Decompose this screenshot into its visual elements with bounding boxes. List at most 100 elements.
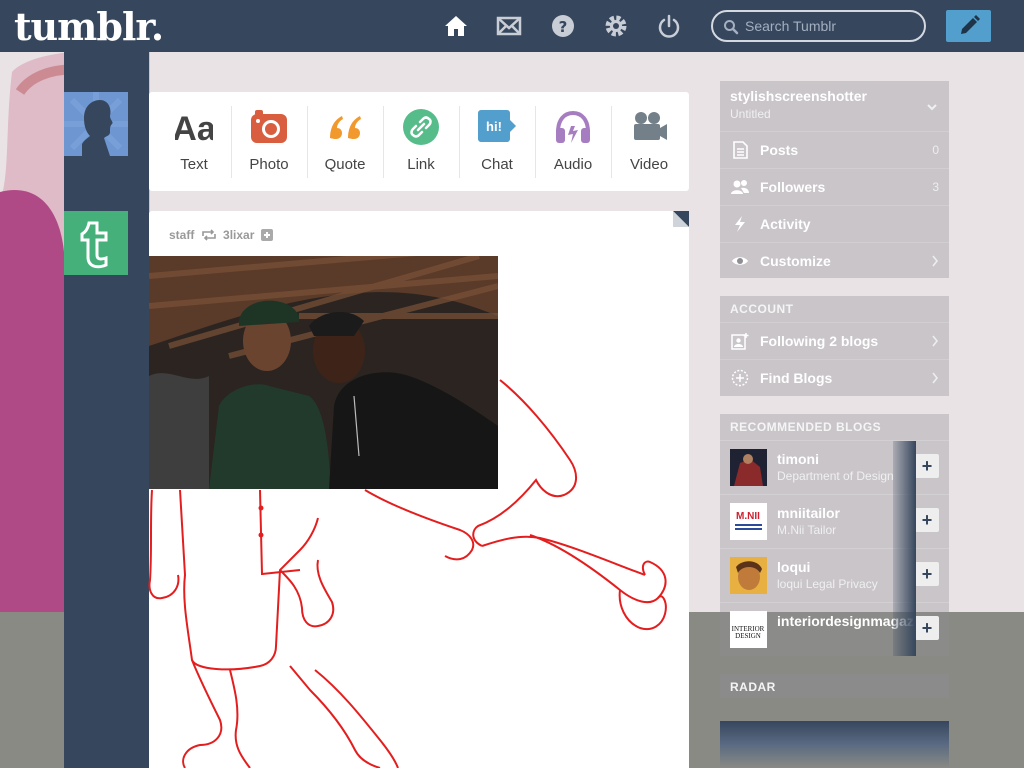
sidebar-item-posts[interactable]: Posts 0 <box>720 131 949 168</box>
follow-plus-icon[interactable] <box>260 228 273 241</box>
blog-avatar <box>730 557 767 594</box>
section-title: RADAR <box>730 680 776 694</box>
blog-title: Untitled <box>730 107 771 121</box>
follow-button[interactable]: + <box>915 508 939 532</box>
quote-icon <box>330 116 361 139</box>
blog-name: mniitailor <box>777 505 841 521</box>
post-type-label: Chat <box>481 156 513 173</box>
post-author-link[interactable]: staff <box>169 228 194 242</box>
search-input[interactable] <box>745 17 915 35</box>
post-type-label: Text <box>180 156 208 173</box>
sidebar-item-label: Activity <box>760 216 811 232</box>
svg-text:DESIGN: DESIGN <box>735 632 761 640</box>
top-navigation-bar: tumblr. ? <box>0 0 1024 52</box>
post-type-quote[interactable]: Quote <box>307 92 383 191</box>
post-sketch-drawing <box>148 379 667 768</box>
dashboard-column <box>64 52 149 768</box>
post-corner-fold <box>673 211 689 227</box>
pencil-icon <box>961 15 980 34</box>
link-icon <box>403 109 439 145</box>
sidebar-item-activity[interactable]: Activity <box>720 205 949 242</box>
sidebar-item-label: Find Blogs <box>760 370 833 386</box>
follow-button[interactable]: + <box>915 562 939 586</box>
power-icon[interactable] <box>656 13 682 39</box>
search-icon <box>724 20 739 35</box>
staff-blog-avatar[interactable] <box>64 211 128 275</box>
sidebar-item-find-blogs[interactable]: Find Blogs <box>720 359 949 396</box>
follow-button[interactable]: + <box>915 454 939 478</box>
reblogged-from-link[interactable]: 3lixar <box>223 228 254 242</box>
sidebar-item-count: 0 <box>932 143 939 157</box>
tumblr-t-logo <box>80 221 108 269</box>
post-type-photo[interactable]: Photo <box>231 92 307 191</box>
svg-text:hi!: hi! <box>486 119 502 134</box>
help-icon[interactable]: ? <box>550 13 576 39</box>
chevron-right-icon <box>932 255 939 267</box>
chevron-right-icon <box>932 372 939 384</box>
blog-name: loqui <box>777 559 811 575</box>
post-type-link[interactable]: Link <box>383 92 459 191</box>
sidebar-item-label: Following 2 blogs <box>760 333 879 349</box>
svg-text:?: ? <box>559 18 568 36</box>
chevron-right-icon <box>932 335 939 347</box>
svg-text:M.NII: M.NII <box>736 511 760 522</box>
sidebar-account-panel: ACCOUNT Following 2 blogs Find Blogs <box>720 296 949 396</box>
sidebar-item-following[interactable]: Following 2 blogs <box>720 322 949 359</box>
post-type-label: Quote <box>324 156 366 173</box>
sidebar-item-followers[interactable]: Followers 3 <box>720 168 949 205</box>
blog-name: stylishscreenshotter <box>730 88 867 104</box>
sidebar-item-label: Followers <box>760 179 826 195</box>
tumblr-logo[interactable]: tumblr. <box>14 4 164 49</box>
default-avatar-silhouette <box>64 92 128 156</box>
follow-button[interactable]: + <box>915 616 939 640</box>
post-type-label: Photo <box>249 156 289 173</box>
compass-icon <box>731 369 749 387</box>
recommended-fade-overlay <box>893 441 916 656</box>
home-icon[interactable] <box>443 13 469 39</box>
blog-avatar <box>730 449 767 486</box>
blog-switcher[interactable]: stylishscreenshotter Untitled <box>720 81 949 131</box>
blog-avatar: INTERIOR DESIGN <box>730 611 767 648</box>
eye-icon <box>732 257 748 265</box>
blog-subtitle: M.Nii Tailor <box>777 523 837 537</box>
add-user-icon <box>731 333 749 350</box>
post-type-chat[interactable]: hi! Chat <box>459 92 535 191</box>
headphones-icon <box>556 110 590 143</box>
post-header: staff 3lixar <box>169 227 273 242</box>
lightning-icon <box>735 216 745 232</box>
sidebar-blog-panel: stylishscreenshotter Untitled Posts 0 Fo… <box>720 81 949 278</box>
search-box[interactable] <box>711 10 926 42</box>
blog-name: timoni <box>777 451 819 467</box>
post-type-label: Video <box>629 156 669 173</box>
document-icon <box>733 141 748 159</box>
post-type-label: Audio <box>553 156 593 173</box>
camera-icon <box>251 110 287 143</box>
blog-subtitle: loqui Legal Privacy <box>777 577 878 591</box>
chat-bubble-icon: hi! <box>478 110 516 142</box>
post-type-text[interactable]: Aa Text <box>156 92 232 191</box>
svg-text:Aa: Aa <box>175 110 213 146</box>
post-type-video[interactable]: Video <box>611 92 687 191</box>
sidebar-item-label: Posts <box>760 142 799 158</box>
post-type-label: Link <box>407 156 435 173</box>
blog-subtitle: Department of Design <box>777 469 894 483</box>
section-title: RECOMMENDED BLOGS <box>730 420 882 434</box>
people-icon <box>731 180 749 194</box>
sidebar-item-label: Customize <box>760 253 831 269</box>
video-camera-icon <box>634 112 667 140</box>
user-avatar[interactable] <box>64 92 128 156</box>
compose-button[interactable] <box>946 10 991 42</box>
sidebar-radar-header: RADAR <box>720 674 949 698</box>
post-type-selector: Aa Text Photo Quote Link hi! Chat Audio … <box>149 92 689 191</box>
sidebar-item-count: 3 <box>932 180 939 194</box>
radar-content[interactable] <box>720 721 949 768</box>
section-title: ACCOUNT <box>730 302 794 316</box>
mail-icon[interactable] <box>496 13 522 39</box>
post-type-audio[interactable]: Audio <box>535 92 611 191</box>
chevron-down-icon <box>927 104 937 111</box>
blog-avatar: M.NII <box>730 503 767 540</box>
sidebar-item-customize[interactable]: Customize <box>720 242 949 279</box>
gear-icon[interactable] <box>603 13 629 39</box>
reblog-icon <box>201 229 216 241</box>
text-aa-icon: Aa <box>175 110 213 146</box>
